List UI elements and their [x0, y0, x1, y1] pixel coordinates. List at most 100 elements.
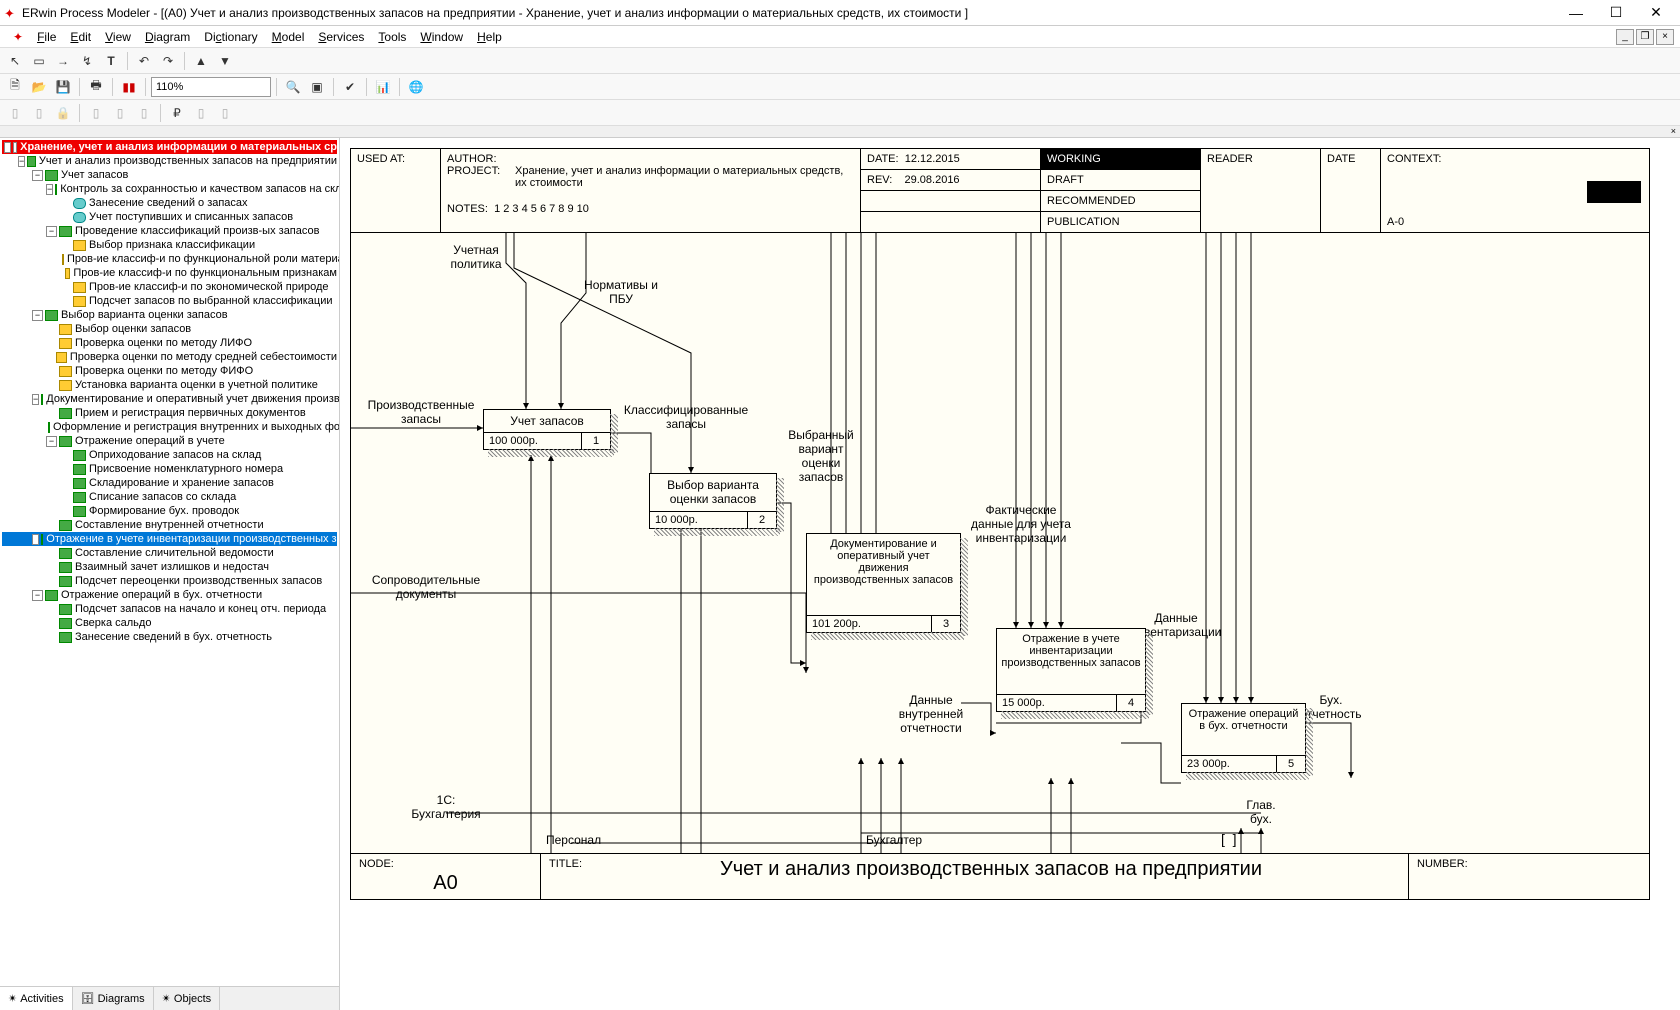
arrow-label: Учетная политика	[436, 243, 516, 271]
tree-item[interactable]: Учет поступивших и списанных запасов	[2, 210, 337, 224]
go-down-button[interactable]: ▼	[214, 50, 236, 72]
tree-item[interactable]: Складирование и хранение запасов	[2, 476, 337, 490]
tree-item[interactable]: Составление сличительной ведомости	[2, 546, 337, 560]
tree-item[interactable]: Списание запасов со склада	[2, 490, 337, 504]
status-cell: DATE: 12.12.2015 REV: 29.08.2016	[861, 149, 1041, 232]
menu-view[interactable]: View	[98, 28, 138, 46]
tab-objects[interactable]: ✴Objects	[154, 987, 221, 1010]
arrow-tool-button[interactable]: →	[52, 50, 74, 72]
open-button[interactable]: 📂	[28, 76, 50, 98]
mdi-restore-button[interactable]: ❐	[1636, 29, 1654, 45]
tree-item[interactable]: Составление внутренней отчетности	[2, 518, 337, 532]
svc-button-1: ▯	[4, 102, 26, 124]
tree-root[interactable]: −Хранение, учет и анализ информации о ма…	[2, 140, 337, 154]
menu-diagram[interactable]: Diagram	[138, 28, 197, 46]
activity-box-2[interactable]: Выбор варианта оценки запасов 10 000р.2	[649, 473, 777, 529]
panel-closer[interactable]: ×	[0, 126, 1680, 138]
activities-icon: ✴	[8, 992, 17, 1005]
tree-item[interactable]: −Учет и анализ производственных запасов …	[2, 154, 337, 168]
activity-box-1[interactable]: Учет запасов 100 000р.1	[483, 409, 611, 450]
save-button[interactable]: 💾	[52, 76, 74, 98]
app-menu-icon[interactable]: ✦	[6, 28, 30, 46]
tree-item[interactable]: Подсчет запасов на начало и конец отч. п…	[2, 602, 337, 616]
tree-item[interactable]: Занесение сведений в бух. отчетность	[2, 630, 337, 644]
tree-item[interactable]: Проверка оценки по методу ФИФО	[2, 364, 337, 378]
squiggle-tool-button[interactable]: ↯	[76, 50, 98, 72]
tree-item[interactable]: Установка варианта оценки в учетной поли…	[2, 378, 337, 392]
context-thumbnail	[1587, 181, 1641, 203]
tree-item[interactable]: −Выбор варианта оценки запасов	[2, 308, 337, 322]
new-button[interactable]: 🗎	[4, 76, 26, 98]
tree-item[interactable]: Подсчет переоценки производственных запа…	[2, 574, 337, 588]
mdi-minimize-button[interactable]: _	[1616, 29, 1634, 45]
maximize-button[interactable]: ☐	[1596, 2, 1636, 24]
separator	[160, 104, 161, 122]
tree-item[interactable]: Прием и регистрация первичных документов	[2, 406, 337, 420]
tree-item[interactable]: Присвоение номенклатурного номера	[2, 462, 337, 476]
tab-activities[interactable]: ✴Activities	[0, 987, 73, 1010]
tree-item[interactable]: −Контроль за сохранностью и качеством за…	[2, 182, 337, 196]
minimize-button[interactable]: —	[1556, 2, 1596, 24]
menu-help[interactable]: Help	[470, 28, 509, 46]
tree-item[interactable]: Выбор признака классификации	[2, 238, 337, 252]
status-labels: WORKING DRAFT RECOMMENDED PUBLICATION	[1041, 149, 1201, 232]
pointer-tool-button[interactable]: ↖	[4, 50, 26, 72]
tree-item[interactable]: Оформление и регистрация внутренних и вы…	[2, 420, 337, 434]
redo-button[interactable]: ↷	[157, 50, 179, 72]
tree-item[interactable]: Формирование бух. проводок	[2, 504, 337, 518]
tree-item[interactable]: −Учет запасов	[2, 168, 337, 182]
menu-model[interactable]: Model	[265, 28, 312, 46]
tree-item[interactable]: −Отражение операций в учете	[2, 434, 337, 448]
tree-item[interactable]: Занесение сведений о запасах	[2, 196, 337, 210]
arrow-label: Персонал	[546, 833, 601, 847]
close-button[interactable]: ✕	[1636, 2, 1676, 24]
tree-item[interactable]: Взаимный зачет излишков и недостач	[2, 560, 337, 574]
tree-item[interactable]: Подсчет запасов по выбранной классификац…	[2, 294, 337, 308]
arrow-label: 1С: Бухгалтерия	[401, 793, 491, 821]
report-button[interactable]: 📊	[372, 76, 394, 98]
title-cell: TITLE: Учет и анализ производственных за…	[541, 854, 1409, 899]
svc-button-7[interactable]: ₽	[166, 102, 188, 124]
tree-item-selected[interactable]: −Отражение в учете инвентаризации произв…	[2, 532, 337, 546]
separator	[112, 78, 113, 96]
menu-edit[interactable]: Edit	[63, 28, 98, 46]
print-button[interactable]: 🖶	[85, 76, 107, 98]
go-up-button[interactable]: ▲	[190, 50, 212, 72]
activity-tree[interactable]: −Хранение, учет и анализ информации о ма…	[0, 138, 339, 986]
zoom-in-button[interactable]: 🔍	[282, 76, 304, 98]
activity-box-5[interactable]: Отражение операций в бух. отчетности 23 …	[1181, 703, 1306, 773]
idef-body[interactable]: Учетная политика Нормативы и ПБУ Произво…	[351, 233, 1649, 853]
tree-item[interactable]: Оприходование запасов на склад	[2, 448, 337, 462]
separator	[399, 78, 400, 96]
undo-button[interactable]: ↶	[133, 50, 155, 72]
text-tool-button[interactable]: T	[100, 50, 122, 72]
activity-box-4[interactable]: Отражение в учете инвентаризации произво…	[996, 628, 1146, 712]
menu-dictionary[interactable]: Dictionary	[197, 28, 264, 46]
arrow-label: Данные внутренней отчетности	[886, 693, 976, 735]
menu-services[interactable]: Services	[311, 28, 371, 46]
separator	[276, 78, 277, 96]
tree-item[interactable]: Пров-ие классиф-и по экономической приро…	[2, 280, 337, 294]
tree-item[interactable]: Выбор оценки запасов	[2, 322, 337, 336]
menu-tools[interactable]: Tools	[371, 28, 413, 46]
zoom-fit-button[interactable]: ▣	[306, 76, 328, 98]
mdi-close-button[interactable]: ×	[1656, 29, 1674, 45]
activity-box-3[interactable]: Документирование и оперативный учет движ…	[806, 533, 961, 633]
zoom-combo[interactable]	[151, 77, 271, 97]
tree-item[interactable]: Проверка оценки по методу ЛИФО	[2, 336, 337, 350]
tree-item[interactable]: Пров-ие классиф-и по функциональной роли…	[2, 252, 337, 266]
tab-diagrams[interactable]: 🗄Diagrams	[73, 987, 154, 1010]
modelmart-button[interactable]: 🌐	[405, 76, 427, 98]
menu-file[interactable]: File	[30, 28, 63, 46]
diagram-canvas[interactable]: USED AT: AUTHOR: PROJECT:Хранение, учет …	[340, 138, 1680, 1010]
tree-item[interactable]: Проверка оценки по методу средней себест…	[2, 350, 337, 364]
tree-item[interactable]: Сверка сальдо	[2, 616, 337, 630]
tree-item[interactable]: Пров-ие классиф-и по функциональным приз…	[2, 266, 337, 280]
spell-button[interactable]: ✔	[339, 76, 361, 98]
tree-item[interactable]: −Проведение классификаций произв-ых запа…	[2, 224, 337, 238]
tree-item[interactable]: −Документирование и оперативный учет дви…	[2, 392, 337, 406]
model-explorer-button[interactable]: ▮▮	[118, 76, 140, 98]
tree-item[interactable]: −Отражение операций в бух. отчетности	[2, 588, 337, 602]
menu-window[interactable]: Window	[413, 28, 470, 46]
activity-tool-button[interactable]: ▭	[28, 50, 50, 72]
